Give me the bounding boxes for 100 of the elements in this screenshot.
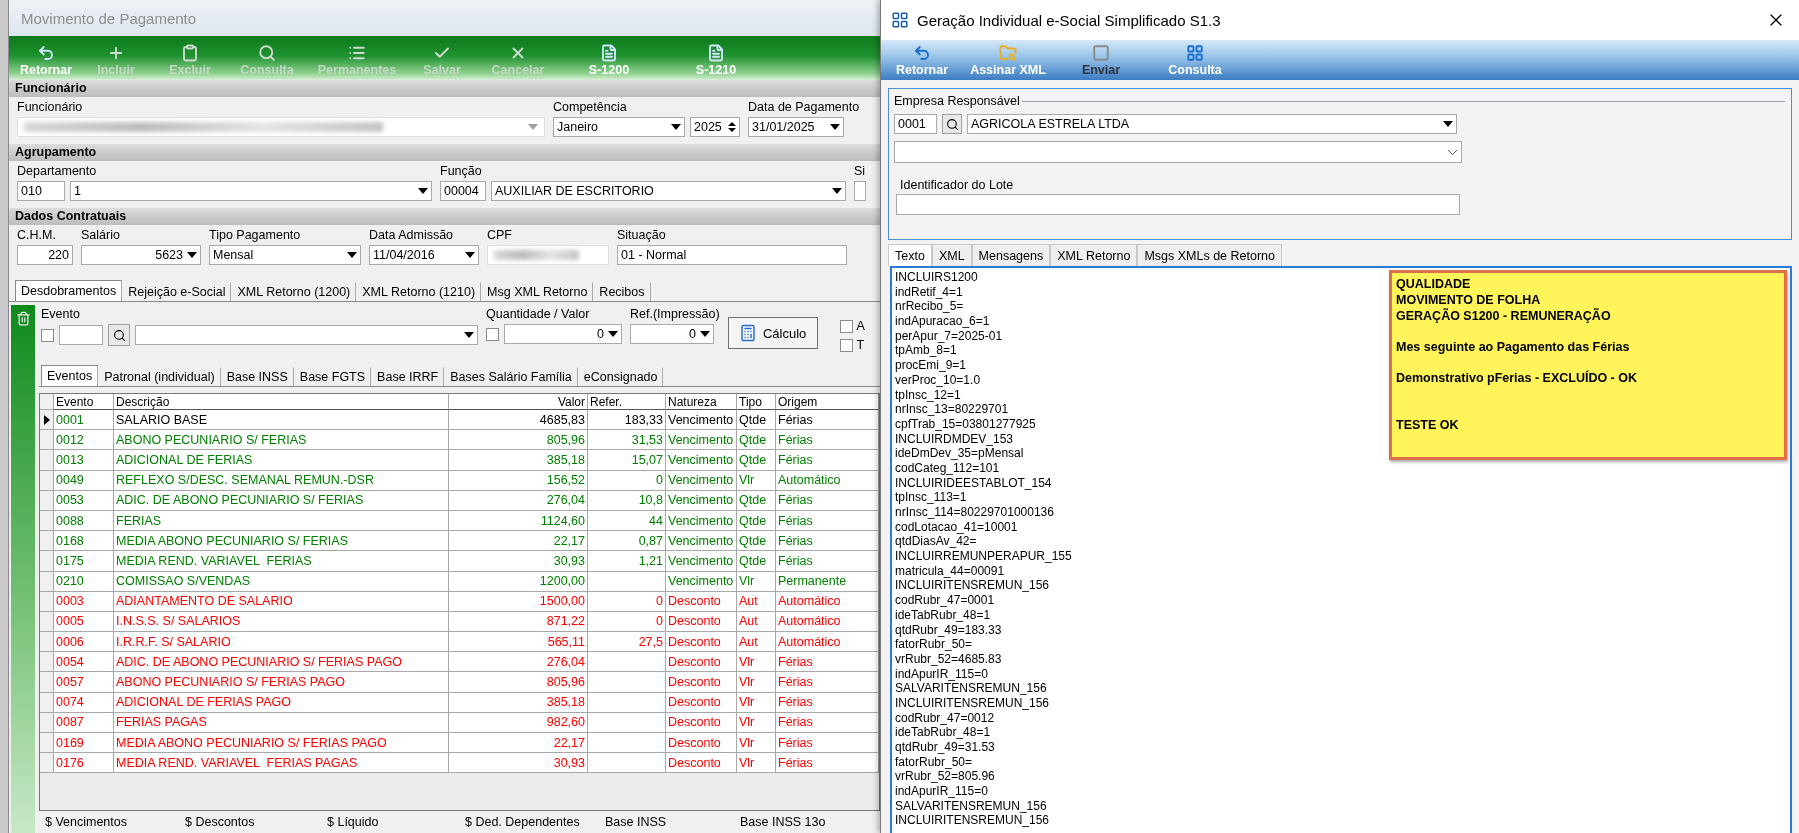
input-field[interactable] [854, 181, 866, 201]
input-field[interactable]: 220 [17, 245, 73, 265]
combo-box[interactable]: AGRICOLA ESTRELA LTDA [967, 114, 1457, 134]
table-cell: Vencimento [666, 551, 737, 572]
table-cell: Qtde [737, 490, 776, 511]
field-label: Evento [41, 307, 81, 322]
combo-box[interactable]: 31/01/2025 [748, 117, 844, 137]
input-field[interactable]: 010 [17, 181, 65, 201]
dropdown-arrow-icon [347, 252, 357, 258]
table-cell: ABONO PECUNIARIO S/ FERIAS PAGO [114, 672, 449, 693]
tab[interactable]: XML [931, 244, 972, 266]
row-pointer-icon [43, 414, 50, 425]
field-label: Departamento [17, 164, 98, 179]
text-line: SALVARITENSREMUN_156 [895, 681, 1048, 696]
tab[interactable]: Mensagens [971, 244, 1051, 266]
total-label: Base INSS [604, 815, 668, 829]
tab[interactable]: Msgs XMLs de Retorno [1137, 244, 1282, 266]
checkbox[interactable] [41, 328, 54, 342]
table-cell: Desconto [666, 591, 737, 612]
window-title: Movimento de Pagamento [21, 9, 197, 27]
grid-icon [1186, 44, 1204, 62]
note-line: QUALIDADE [1396, 276, 1472, 292]
dropdown-arrow-icon [187, 252, 197, 258]
input-field[interactable]: 00004 [440, 181, 486, 201]
text-line: codRubr_47=0001 [895, 593, 996, 608]
spin-field[interactable]: 2025 [690, 117, 740, 137]
combo-box[interactable]: 1 [70, 181, 432, 201]
table-cell: 0176 [54, 753, 114, 774]
input-field[interactable]: 01 - Normal [617, 245, 847, 265]
note-line: Demonstrativo pFerias - EXCLUÍDO - OK [1396, 370, 1638, 386]
input-field[interactable] [896, 194, 1460, 215]
combo-box[interactable]: 11/04/2016 [369, 245, 479, 265]
text-line: codRubr_47=0012 [895, 710, 996, 726]
text-line: indApuracao_6=1 [895, 314, 991, 329]
table-cell: 276,04 [449, 490, 588, 511]
field-label: Si [854, 164, 866, 179]
table-cell: Automático [776, 591, 879, 612]
text-line: SALVARITENSREMUN_156 [895, 798, 1048, 814]
search-icon [112, 328, 126, 342]
combo-box[interactable]: AUXILIAR DE ESCRITORIO [491, 181, 846, 201]
checkbox[interactable] [839, 320, 853, 333]
search-button[interactable] [108, 324, 130, 346]
table-cell: Vlr [737, 672, 776, 693]
section-header: Agrupamento [9, 144, 880, 161]
tab[interactable]: Eventos [41, 365, 99, 386]
row-indicator[interactable] [40, 410, 54, 431]
text-line: INCLUIRDMDEV_153 [895, 431, 1015, 447]
table-cell: 0 [588, 470, 666, 491]
table-cell: 385,18 [449, 692, 588, 713]
search-button[interactable] [942, 114, 962, 134]
blurred-field[interactable] [17, 117, 545, 137]
table-cell: Férias [776, 672, 879, 693]
field-label: Situação [617, 228, 667, 243]
list-icon [348, 44, 366, 62]
checkbox[interactable] [839, 339, 853, 352]
combo-box[interactable]: Janeiro [553, 117, 685, 137]
field-label: Data Admissão [369, 228, 455, 243]
table-cell: 0057 [54, 672, 114, 693]
combo-box[interactable]: 0 [504, 324, 622, 344]
checkbox[interactable] [486, 327, 499, 341]
note-line: GERAÇÃO S1200 - REMUNERAÇÃO [1396, 308, 1612, 324]
text-line: INCLUIRS1200 [895, 270, 979, 285]
combo-box[interactable]: Mensal [209, 245, 361, 265]
table-cell: Férias [776, 490, 879, 511]
trash-icon[interactable] [15, 311, 31, 326]
table-cell: COMISSAO S/VENDAS [114, 571, 449, 592]
tab[interactable]: Desdobramentos [15, 280, 123, 301]
square-icon [1092, 44, 1110, 62]
undo-icon [37, 44, 55, 62]
combo-box[interactable] [894, 141, 1462, 163]
table-cell: 1500,00 [449, 591, 588, 612]
text-line: indApurIR_115=0 [895, 784, 989, 799]
blurred-field[interactable] [487, 245, 609, 265]
table-cell: 1,21 [588, 551, 666, 572]
table-cell: ADICIONAL DE FERIAS PAGO [114, 692, 449, 713]
total-label: $ Líquido [326, 815, 380, 829]
note-line: TESTE OK [1396, 417, 1460, 433]
combo-box[interactable]: 5623 [81, 245, 201, 265]
text-area[interactable] [890, 266, 1792, 833]
dropdown-arrow-icon [832, 188, 842, 194]
text-line: tpAmb_8=1 [895, 343, 958, 359]
search-icon [945, 117, 959, 131]
tab[interactable]: Texto [888, 244, 932, 266]
tab[interactable]: XML Retorno [1050, 244, 1138, 266]
table-cell: Férias [776, 551, 879, 572]
note-line: MOVIMENTO DE FOLHA [1396, 292, 1542, 308]
table-cell: 0053 [54, 490, 114, 511]
field-label: Salário [81, 228, 121, 243]
combo-box[interactable] [135, 325, 478, 345]
total-label: Base INSS 13o [739, 815, 827, 829]
combo-box[interactable]: 0 [630, 324, 714, 344]
calculate-button[interactable]: Cálculo [727, 317, 818, 349]
text-line: ideTabRubr_48=1 [895, 607, 992, 623]
text-line: ideTabRubr_48=1 [895, 725, 992, 740]
text-line: vrRubr_52=4685.83 [895, 651, 1003, 667]
input-field[interactable] [59, 325, 103, 345]
document-icon [707, 44, 725, 62]
table-cell: Vlr [737, 692, 776, 713]
table-cell: Vencimento [666, 450, 737, 471]
input-field[interactable]: 0001 [894, 114, 937, 134]
